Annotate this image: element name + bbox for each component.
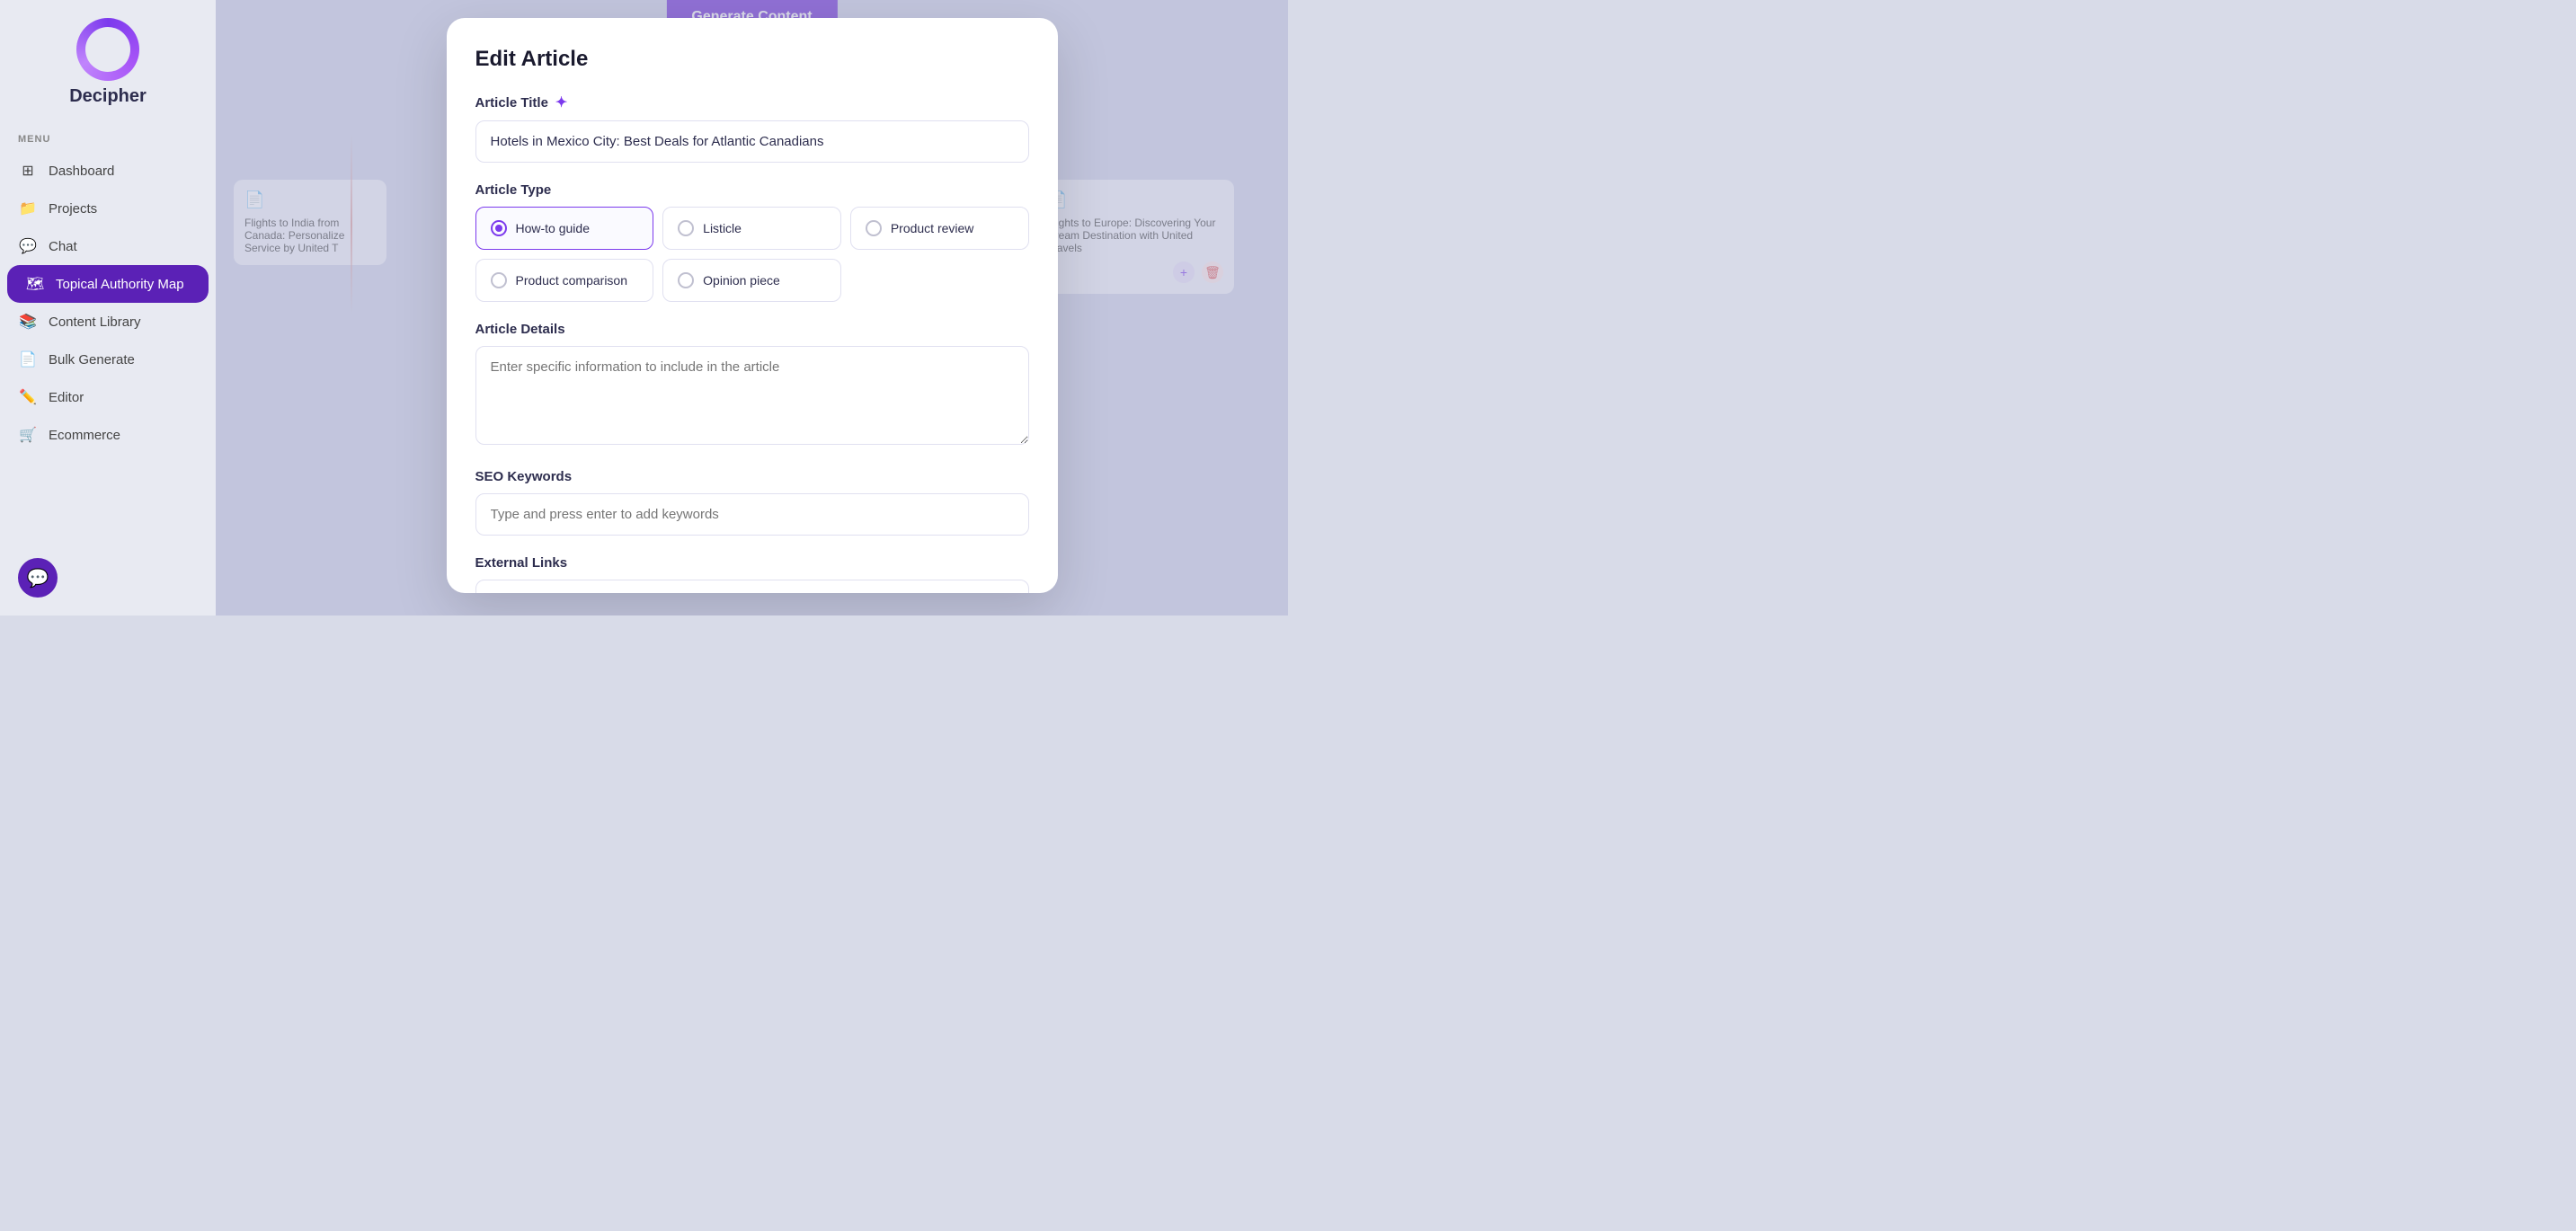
sidebar-item-ecommerce[interactable]: 🛒 Ecommerce xyxy=(0,416,216,454)
external-links-label: External Links xyxy=(475,555,1029,571)
article-details-textarea[interactable] xyxy=(475,346,1029,445)
seo-keywords-section: SEO Keywords xyxy=(475,469,1029,536)
radio-dot xyxy=(495,225,502,232)
chat-icon: 💬 xyxy=(18,236,38,256)
edit-article-modal: Edit Article Article Title ✦ Article Typ… xyxy=(447,18,1058,593)
sidebar-item-label: Editor xyxy=(49,390,84,405)
ecommerce-icon: 🛒 xyxy=(18,425,38,445)
type-option-product-review[interactable]: Product review xyxy=(850,207,1029,250)
sidebar-item-label: Projects xyxy=(49,201,97,217)
sparkle-icon: ✦ xyxy=(555,93,567,111)
logo-icon xyxy=(76,18,139,81)
radio-product-comparison xyxy=(491,272,507,288)
sidebar-item-label: Dashboard xyxy=(49,164,114,179)
sidebar-item-label: Topical Authority Map xyxy=(56,277,184,292)
sidebar-item-label: Ecommerce xyxy=(49,428,120,443)
article-details-label: Article Details xyxy=(475,322,1029,337)
app-title: Decipher xyxy=(69,86,147,107)
seo-keywords-input[interactable] xyxy=(475,493,1029,536)
sidebar-item-label: Bulk Generate xyxy=(49,352,135,368)
modal-title: Edit Article xyxy=(475,47,1029,72)
external-links-input[interactable] xyxy=(475,580,1029,593)
editor-icon: ✏️ xyxy=(18,387,38,407)
article-details-section: Article Details xyxy=(475,322,1029,449)
sidebar-item-label: Chat xyxy=(49,239,77,254)
logo-area: Decipher xyxy=(69,18,147,107)
sidebar-item-bulk-generate[interactable]: 📄 Bulk Generate xyxy=(0,341,216,378)
chat-support-icon: 💬 xyxy=(27,567,49,589)
seo-keywords-label: SEO Keywords xyxy=(475,469,1029,484)
sidebar: Decipher MENU ⊞ Dashboard 📁 Projects 💬 C… xyxy=(0,0,216,616)
sidebar-item-chat[interactable]: 💬 Chat xyxy=(0,227,216,265)
article-type-label: Article Type xyxy=(475,182,1029,198)
article-type-grid-row1: How-to guide Listicle Product review xyxy=(475,207,1029,250)
content-library-icon: 📚 xyxy=(18,312,38,332)
modal-overlay: Edit Article Article Title ✦ Article Typ… xyxy=(216,0,1288,616)
sidebar-item-editor[interactable]: ✏️ Editor xyxy=(0,378,216,416)
radio-product-review xyxy=(866,220,882,236)
type-option-opinion-piece[interactable]: Opinion piece xyxy=(662,259,841,302)
type-option-product-comparison[interactable]: Product comparison xyxy=(475,259,654,302)
topical-authority-map-icon: 🗺 xyxy=(25,274,45,294)
main-area: Generate Content 📄 Flights to India from… xyxy=(216,0,1288,616)
article-title-section: Article Title ✦ xyxy=(475,93,1029,163)
type-option-how-to-guide[interactable]: How-to guide xyxy=(475,207,654,250)
article-type-section: Article Type How-to guide Listicle xyxy=(475,182,1029,302)
article-title-input[interactable] xyxy=(475,120,1029,163)
dashboard-icon: ⊞ xyxy=(18,161,38,181)
sidebar-item-content-library[interactable]: 📚 Content Library xyxy=(0,303,216,341)
sidebar-item-dashboard[interactable]: ⊞ Dashboard xyxy=(0,152,216,190)
chat-support-button[interactable]: 💬 xyxy=(18,558,58,598)
radio-listicle xyxy=(678,220,694,236)
radio-how-to-guide xyxy=(491,220,507,236)
sidebar-item-label: Content Library xyxy=(49,314,141,330)
sidebar-item-topical-authority-map[interactable]: 🗺 Topical Authority Map xyxy=(7,265,209,303)
article-type-grid-row2: Product comparison Opinion piece xyxy=(475,259,1029,302)
article-title-label: Article Title ✦ xyxy=(475,93,1029,111)
menu-label: MENU xyxy=(18,134,50,145)
sidebar-item-projects[interactable]: 📁 Projects xyxy=(0,190,216,227)
projects-icon: 📁 xyxy=(18,199,38,218)
radio-opinion-piece xyxy=(678,272,694,288)
bulk-generate-icon: 📄 xyxy=(18,350,38,369)
type-option-listicle[interactable]: Listicle xyxy=(662,207,841,250)
external-links-section: External Links xyxy=(475,555,1029,593)
